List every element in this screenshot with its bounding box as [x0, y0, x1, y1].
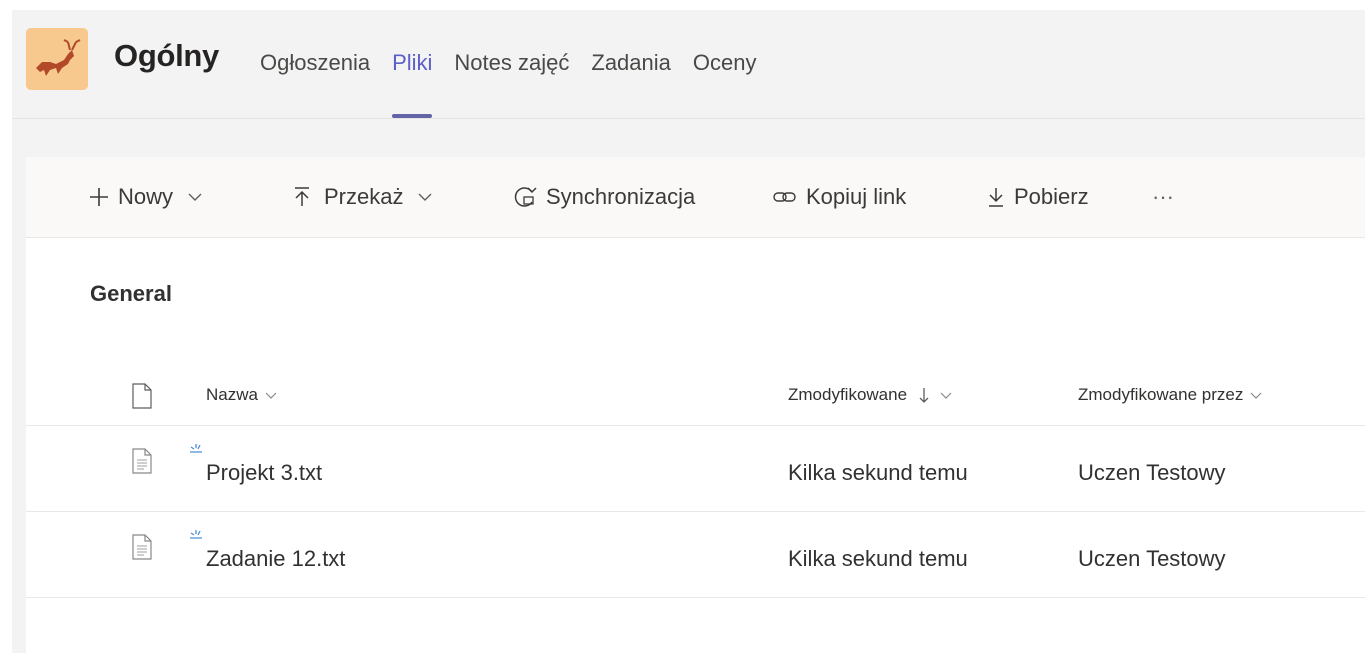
text-file-icon: [132, 448, 152, 474]
row-divider: [26, 597, 1365, 598]
file-name[interactable]: Projekt 3.txt: [206, 460, 322, 486]
column-header-modified-by[interactable]: Zmodyfikowane przez: [1078, 385, 1263, 405]
column-modified-by-label: Zmodyfikowane przez: [1078, 385, 1244, 404]
column-modified-label: Zmodyfikowane: [788, 385, 908, 404]
tab-oceny[interactable]: Oceny: [693, 50, 757, 118]
file-row[interactable]: Zadanie 12.txt Kilka sekund temu Uczen T…: [26, 512, 1365, 596]
column-header-modified[interactable]: Zmodyfikowane: [788, 385, 953, 405]
chevron-down-icon: [940, 392, 952, 399]
plus-icon: [90, 188, 108, 206]
chevron-down-icon: [1250, 392, 1262, 399]
file-row[interactable]: Projekt 3.txt Kilka sekund temu Uczen Te…: [26, 426, 1365, 510]
copy-link-label: Kopiuj link: [806, 184, 907, 209]
chevron-down-icon: [418, 193, 432, 201]
tab-zadania[interactable]: Zadania: [591, 50, 671, 118]
chevron-down-icon: [188, 193, 202, 201]
new-file-sparkle-icon: [190, 530, 202, 539]
tab-ogloszenia[interactable]: Ogłoszenia: [260, 50, 370, 118]
file-modified: Kilka sekund temu: [788, 546, 968, 571]
new-button[interactable]: Nowy: [88, 181, 203, 213]
header-divider: [12, 118, 1365, 119]
download-icon: [989, 188, 1003, 207]
column-header-name[interactable]: Nazwa: [206, 385, 278, 405]
upload-label: Przekaż: [324, 184, 404, 209]
channel-title: Ogólny: [114, 38, 219, 73]
column-name-label: Nazwa: [206, 385, 258, 404]
tab-notes[interactable]: Notes zajęć: [454, 50, 569, 118]
chevron-down-icon: [265, 392, 277, 399]
link-icon: [773, 192, 796, 202]
sync-icon: [514, 187, 537, 207]
new-file-sparkle-icon: [190, 444, 202, 453]
new-label: Nowy: [118, 184, 174, 209]
channel-header: Ogólny Ogłoszenia Pliki Notes zajęć Zada…: [12, 10, 1365, 120]
file-type-header-icon[interactable]: [132, 383, 152, 409]
file-modified: Kilka sekund temu: [788, 460, 968, 485]
download-button[interactable]: Pobierz: [986, 181, 1089, 213]
team-logo[interactable]: [26, 28, 88, 90]
upload-icon: [295, 187, 309, 206]
tab-pliki[interactable]: Pliki: [392, 50, 433, 118]
more-options-button[interactable]: ···: [1152, 181, 1174, 213]
command-bar: Nowy Przekaż Synchronizacja Kopiuj link …: [26, 157, 1365, 238]
text-file-icon: [132, 534, 152, 560]
reindeer-icon: [26, 28, 88, 90]
library-title: General: [90, 281, 172, 306]
files-panel: Nowy Przekaż Synchronizacja Kopiuj link …: [26, 157, 1365, 653]
sort-descending-icon: [919, 388, 929, 403]
file-name[interactable]: Zadanie 12.txt: [206, 546, 345, 572]
download-label: Pobierz: [1014, 184, 1089, 209]
upload-button[interactable]: Przekaż: [292, 181, 433, 213]
file-modified-by[interactable]: Uczen Testowy: [1078, 546, 1226, 572]
copy-link-button[interactable]: Kopiuj link: [772, 181, 906, 213]
file-modified-by[interactable]: Uczen Testowy: [1078, 460, 1226, 486]
channel-tabs: Ogłoszenia Pliki Notes zajęć Zadania Oce…: [260, 50, 778, 118]
sync-button[interactable]: Synchronizacja: [510, 181, 695, 213]
sync-label: Synchronizacja: [546, 184, 696, 209]
